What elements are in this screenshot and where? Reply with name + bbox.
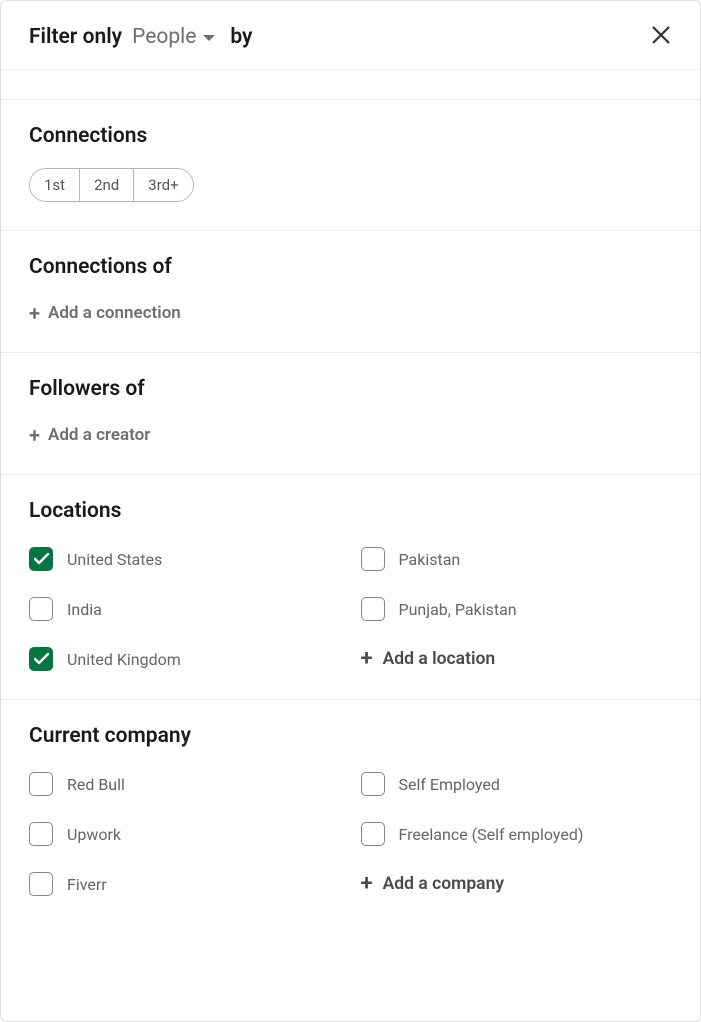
- filter-type-dropdown[interactable]: People: [132, 25, 216, 49]
- location-option[interactable]: Punjab, Pakistan: [361, 597, 673, 621]
- section-current-company: Current company Red Bull Self Employed U…: [1, 700, 700, 924]
- section-connections-of: Connections of + Add a connection: [1, 231, 700, 353]
- filter-type-label: People: [132, 25, 196, 49]
- company-option[interactable]: Self Employed: [361, 772, 673, 796]
- location-label: United States: [67, 550, 162, 569]
- plus-icon: +: [29, 303, 40, 323]
- filter-scroll-area[interactable]: Connections 1st 2nd 3rd+ Connections of …: [1, 70, 700, 1022]
- location-option[interactable]: United Kingdom: [29, 647, 341, 671]
- section-title-connections-of: Connections of: [29, 255, 672, 279]
- close-button[interactable]: [650, 23, 672, 51]
- checkbox-icon: [29, 597, 53, 621]
- add-creator-label: Add a creator: [48, 425, 150, 445]
- section-title-current-company: Current company: [29, 724, 672, 748]
- close-icon: [650, 24, 672, 46]
- checkbox-icon: [361, 772, 385, 796]
- company-label: Red Bull: [67, 775, 125, 794]
- pill-2nd[interactable]: 2nd: [79, 169, 133, 201]
- company-label: Upwork: [67, 825, 121, 844]
- location-option[interactable]: Pakistan: [361, 547, 673, 571]
- section-connections: Connections 1st 2nd 3rd+: [1, 100, 700, 231]
- checkbox-icon: [29, 547, 53, 571]
- section-title-followers-of: Followers of: [29, 377, 672, 401]
- caret-down-icon: [202, 25, 216, 49]
- location-option[interactable]: United States: [29, 547, 341, 571]
- company-label: Freelance (Self employed): [399, 825, 584, 844]
- add-creator-button[interactable]: + Add a creator: [29, 425, 150, 445]
- add-location-label: Add a location: [383, 649, 496, 669]
- connections-pill-group: 1st 2nd 3rd+: [29, 168, 194, 202]
- checkbox-icon: [361, 822, 385, 846]
- company-label: Fiverr: [67, 875, 107, 894]
- pill-1st[interactable]: 1st: [30, 169, 79, 201]
- checkbox-icon: [29, 872, 53, 896]
- add-company-label: Add a company: [383, 874, 504, 894]
- section-title-locations: Locations: [29, 499, 672, 523]
- checkbox-icon: [29, 822, 53, 846]
- top-spacer: [1, 70, 700, 100]
- add-location-button[interactable]: + Add a location: [361, 647, 673, 671]
- plus-icon: +: [29, 425, 40, 445]
- locations-grid: United States Pakistan India Punjab, Pak…: [29, 547, 672, 671]
- location-label: India: [67, 600, 102, 619]
- company-grid: Red Bull Self Employed Upwork Freelance …: [29, 772, 672, 896]
- add-connection-label: Add a connection: [48, 303, 181, 323]
- checkbox-icon: [361, 597, 385, 621]
- section-locations: Locations United States Pakistan India P…: [1, 475, 700, 700]
- filter-header: Filter only People by: [1, 1, 700, 70]
- checkbox-icon: [29, 647, 53, 671]
- add-company-button[interactable]: + Add a company: [361, 872, 673, 896]
- add-connection-button[interactable]: + Add a connection: [29, 303, 181, 323]
- checkbox-icon: [29, 772, 53, 796]
- company-option[interactable]: Red Bull: [29, 772, 341, 796]
- company-label: Self Employed: [399, 775, 500, 794]
- company-option[interactable]: Upwork: [29, 822, 341, 846]
- header-by: by: [230, 25, 252, 49]
- pill-3rd[interactable]: 3rd+: [133, 169, 192, 201]
- location-label: United Kingdom: [67, 650, 181, 669]
- plus-icon: +: [361, 648, 373, 670]
- company-option[interactable]: Fiverr: [29, 872, 341, 896]
- checkbox-icon: [361, 547, 385, 571]
- location-label: Pakistan: [399, 550, 461, 569]
- location-label: Punjab, Pakistan: [399, 600, 517, 619]
- section-title-connections: Connections: [29, 124, 672, 148]
- section-followers-of: Followers of + Add a creator: [1, 353, 700, 475]
- location-option[interactable]: India: [29, 597, 341, 621]
- header-title: Filter only: [29, 25, 122, 49]
- plus-icon: +: [361, 873, 373, 895]
- company-option[interactable]: Freelance (Self employed): [361, 822, 673, 846]
